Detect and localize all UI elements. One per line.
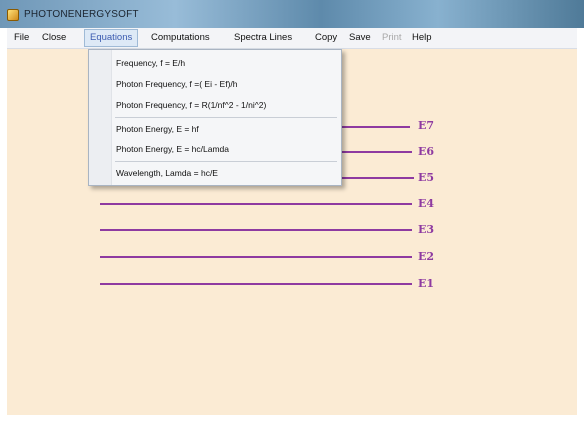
- menu-spectra-lines[interactable]: Spectra Lines: [234, 32, 292, 43]
- menu-item-photon-energy-hf[interactable]: Photon Energy, E = hf: [116, 124, 199, 134]
- energy-level-label-e1: E1: [418, 277, 435, 290]
- app-icon: [7, 9, 19, 21]
- equations-dropdown-menu: Frequency, f = E/h Photon Frequency, f =…: [88, 49, 342, 186]
- menu-item-photon-frequency-rydberg[interactable]: Photon Frequency, f = R(1/nf^2 - 1/ni^2): [116, 100, 266, 110]
- menu-print: Print: [382, 32, 402, 43]
- menu-file[interactable]: File: [14, 32, 29, 43]
- energy-level-line-e3: [100, 229, 412, 231]
- energy-level-label-e3: E3: [418, 223, 435, 236]
- title-bar[interactable]: PHOTONENERGYSOFT: [0, 0, 584, 28]
- energy-level-label-e7: E7: [418, 119, 435, 132]
- menu-separator: [115, 117, 337, 118]
- menu-copy[interactable]: Copy: [315, 32, 337, 43]
- menu-equations[interactable]: Equations: [84, 29, 139, 47]
- energy-level-line-e4: [100, 203, 412, 205]
- menu-save[interactable]: Save: [349, 32, 371, 43]
- window-title: PHOTONENERGYSOFT: [24, 9, 139, 20]
- menu-bar: File Close Equations Computations Spectr…: [7, 28, 577, 49]
- menu-separator: [115, 161, 337, 162]
- menu-item-frequency[interactable]: Frequency, f = E/h: [116, 58, 185, 68]
- menu-help[interactable]: Help: [412, 32, 432, 43]
- energy-level-label-e2: E2: [418, 250, 435, 263]
- energy-level-label-e4: E4: [418, 197, 435, 210]
- menu-item-photon-frequency-diff[interactable]: Photon Frequency, f =( Ei - Ef)/h: [116, 79, 238, 89]
- menu-icon-gutter: [89, 50, 112, 185]
- app-window: PHOTONENERGYSOFT File Close Equations Co…: [0, 0, 584, 422]
- menu-item-photon-energy-hc-lamda[interactable]: Photon Energy, E = hc/Lamda: [116, 144, 229, 154]
- energy-level-line-e1: [100, 283, 412, 285]
- energy-level-label-e5: E5: [418, 171, 435, 184]
- energy-level-line-e2: [100, 256, 412, 258]
- menu-computations[interactable]: Computations: [151, 32, 210, 43]
- energy-level-label-e6: E6: [418, 145, 435, 158]
- menu-item-wavelength[interactable]: Wavelength, Lamda = hc/E: [116, 168, 218, 178]
- menu-close[interactable]: Close: [42, 32, 66, 43]
